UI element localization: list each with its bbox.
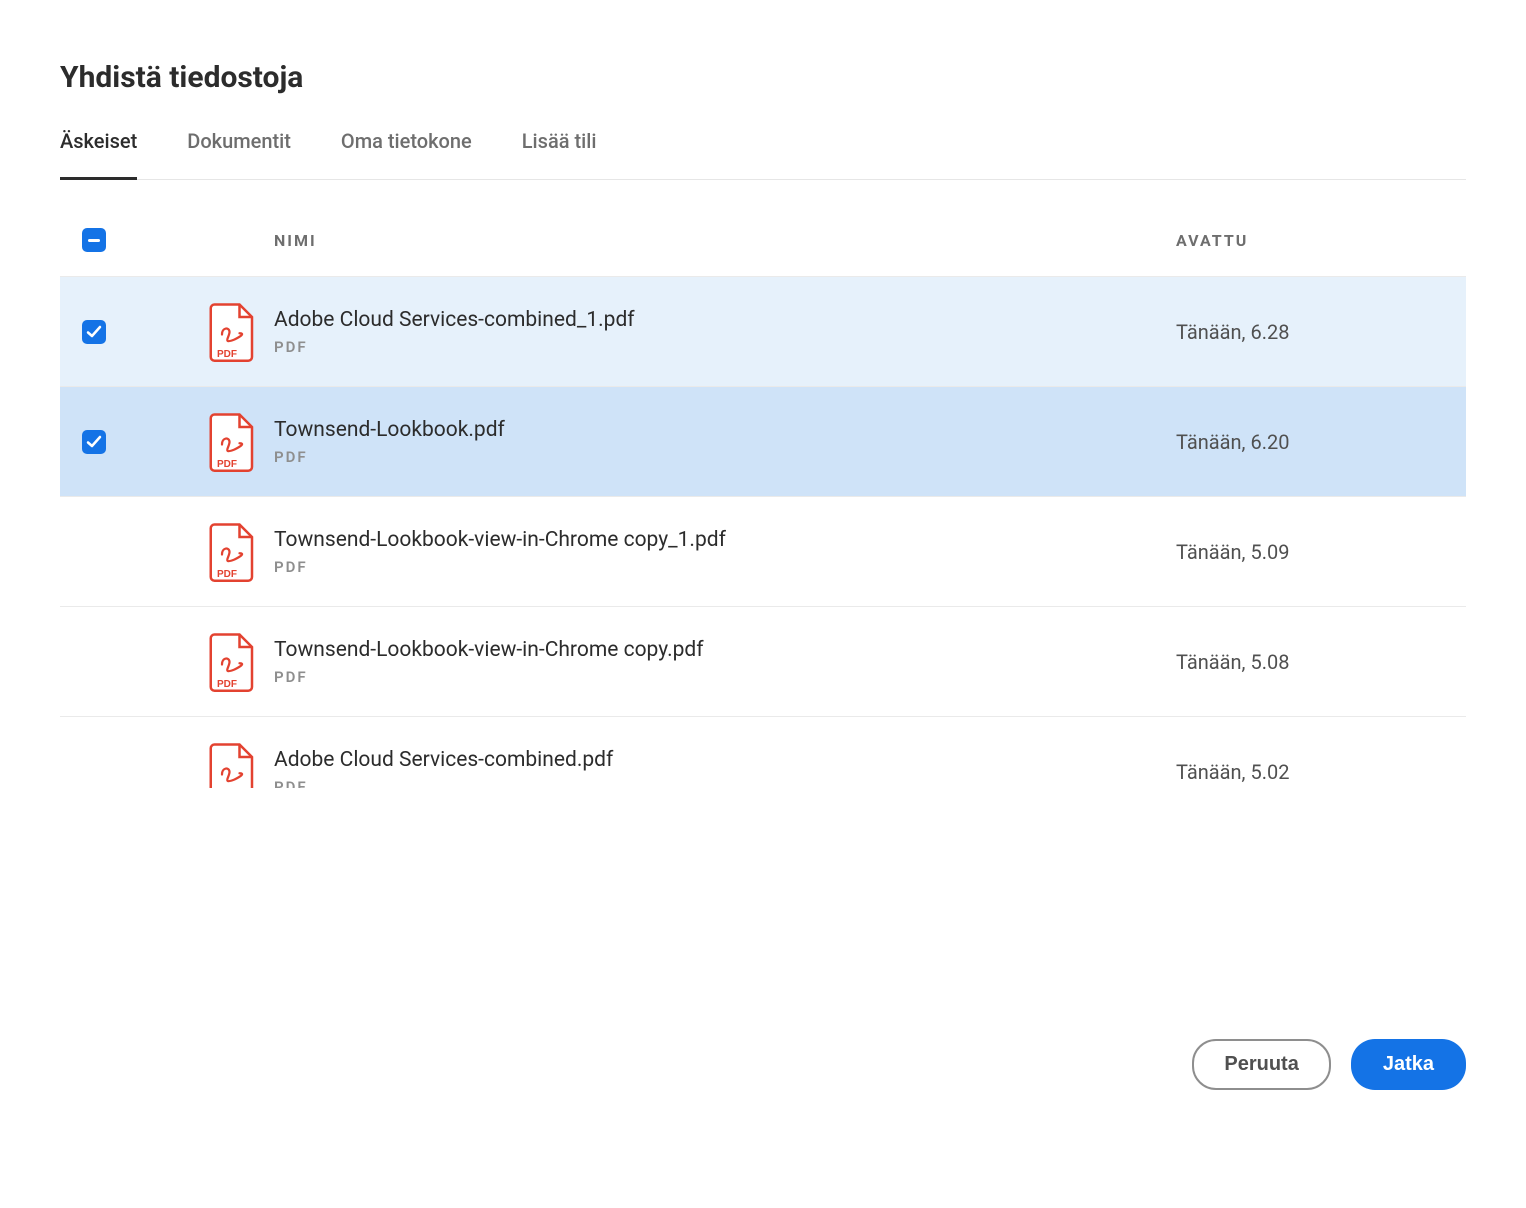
- cancel-button[interactable]: Peruuta: [1192, 1039, 1330, 1090]
- file-opened: Tänään, 6.28: [1176, 320, 1466, 344]
- tab-add-account[interactable]: Lisää tili: [522, 123, 597, 179]
- minus-icon: [88, 239, 100, 242]
- row-checkbox[interactable]: [82, 650, 106, 674]
- column-header-opened[interactable]: AVATTU: [1176, 231, 1466, 250]
- row-checkbox[interactable]: [82, 540, 106, 564]
- file-name: Townsend-Lookbook-view-in-Chrome copy_1.…: [274, 528, 1156, 552]
- file-opened: Tänään, 5.09: [1176, 540, 1466, 564]
- file-name: Townsend-Lookbook.pdf: [274, 418, 1156, 442]
- svg-text:PDF: PDF: [217, 349, 237, 360]
- file-name: Adobe Cloud Services-combined_1.pdf: [274, 308, 1156, 332]
- tab-my-computer[interactable]: Oma tietokone: [341, 123, 472, 179]
- pdf-file-icon: PDF: [207, 632, 257, 692]
- svg-text:PDF: PDF: [217, 459, 237, 470]
- source-tabs: Äskeiset Dokumentit Oma tietokone Lisää …: [60, 123, 1466, 180]
- table-row[interactable]: PDF Townsend-Lookbook-view-in-Chrome cop…: [60, 607, 1466, 717]
- pdf-file-icon: PDF: [207, 522, 257, 582]
- table-header: NIMI AVATTU: [60, 228, 1466, 276]
- file-table: NIMI AVATTU PDF: [60, 228, 1466, 788]
- file-type: PDF: [274, 338, 1156, 356]
- file-type: PDF: [274, 668, 1156, 686]
- column-header-name[interactable]: NIMI: [274, 231, 1176, 250]
- file-opened: Tänään, 5.08: [1176, 650, 1466, 674]
- file-type: PDF: [274, 448, 1156, 466]
- check-icon: [86, 434, 102, 450]
- pdf-file-icon: PDF: [207, 742, 257, 789]
- svg-text:PDF: PDF: [217, 569, 237, 580]
- tab-recent[interactable]: Äskeiset: [60, 123, 137, 179]
- file-rows[interactable]: PDF Adobe Cloud Services-combined_1.pdf …: [60, 276, 1466, 788]
- file-type: PDF: [274, 558, 1156, 576]
- row-checkbox[interactable]: [82, 430, 106, 454]
- file-opened: Tänään, 5.02: [1176, 760, 1466, 784]
- table-row[interactable]: PDF Adobe Cloud Services-combined_1.pdf …: [60, 277, 1466, 387]
- svg-text:PDF: PDF: [217, 679, 237, 690]
- combine-files-dialog: Yhdistä tiedostoja Äskeiset Dokumentit O…: [60, 60, 1466, 1208]
- file-type: PDF: [274, 778, 1156, 789]
- row-checkbox[interactable]: [82, 760, 106, 784]
- table-row[interactable]: PDF Townsend-Lookbook.pdf PDF Tänään, 6.…: [60, 387, 1466, 497]
- select-all-checkbox[interactable]: [82, 228, 106, 252]
- tab-documents[interactable]: Dokumentit: [187, 123, 291, 179]
- file-name: Adobe Cloud Services-combined.pdf: [274, 748, 1156, 772]
- pdf-file-icon: PDF: [207, 302, 257, 362]
- file-opened: Tänään, 6.20: [1176, 430, 1466, 454]
- file-name: Townsend-Lookbook-view-in-Chrome copy.pd…: [274, 638, 1156, 662]
- continue-button[interactable]: Jatka: [1351, 1039, 1466, 1090]
- check-icon: [86, 324, 102, 340]
- table-row[interactable]: PDF Adobe Cloud Services-combined.pdf PD…: [60, 717, 1466, 788]
- dialog-title: Yhdistä tiedostoja: [60, 60, 1466, 95]
- pdf-file-icon: PDF: [207, 412, 257, 472]
- dialog-footer: Peruuta Jatka: [1192, 1039, 1466, 1090]
- row-checkbox[interactable]: [82, 320, 106, 344]
- table-row[interactable]: PDF Townsend-Lookbook-view-in-Chrome cop…: [60, 497, 1466, 607]
